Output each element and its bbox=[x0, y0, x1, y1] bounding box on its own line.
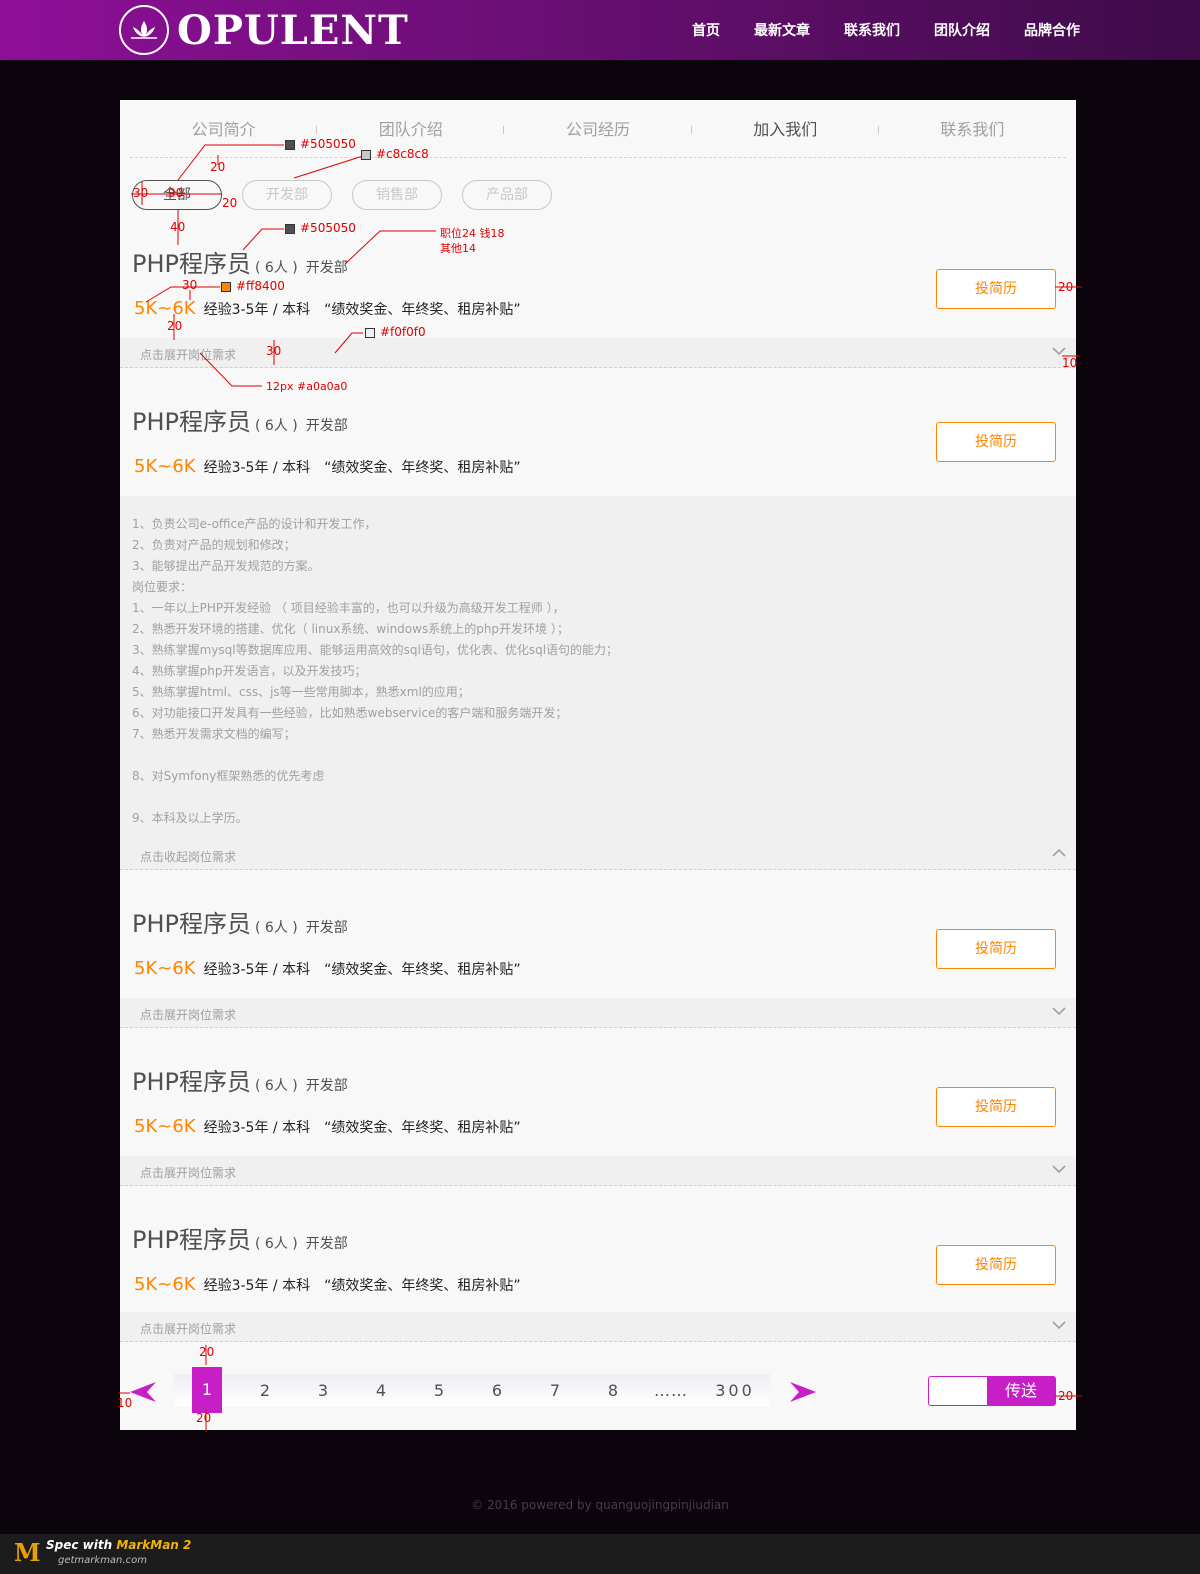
annotation: 20 bbox=[1058, 280, 1074, 294]
annotation: 20 bbox=[199, 1345, 215, 1359]
annotation: 20 bbox=[210, 160, 226, 174]
annotation: 30 bbox=[182, 278, 198, 292]
annotation: 20 bbox=[167, 319, 183, 333]
annotation: 20 bbox=[222, 196, 238, 210]
color-swatch bbox=[285, 224, 295, 234]
annotation: 职位24 钱18 bbox=[440, 227, 505, 240]
annotation: 30 bbox=[133, 186, 149, 200]
color-swatch bbox=[285, 140, 295, 150]
annotation: #c8c8c8 bbox=[376, 147, 429, 161]
annotation: 40 bbox=[170, 220, 186, 234]
annotation: 30 bbox=[266, 344, 282, 358]
color-swatch bbox=[365, 328, 375, 338]
annotation: #ff8400 bbox=[236, 279, 285, 293]
annotation: 20 bbox=[196, 1411, 212, 1425]
annotation: 10 bbox=[1062, 356, 1078, 370]
annotation: 10 bbox=[117, 1396, 133, 1410]
annotation: #f0f0f0 bbox=[380, 325, 426, 339]
annotation: #505050 bbox=[300, 137, 356, 151]
color-swatch bbox=[221, 282, 231, 292]
annotation: 20 bbox=[1058, 1389, 1074, 1403]
annotation: 12px #a0a0a0 bbox=[266, 380, 348, 393]
annotation: 其他14 bbox=[440, 242, 476, 255]
annotation-lines bbox=[118, 144, 1082, 1432]
annotation: 90 bbox=[168, 186, 184, 200]
annotation: #505050 bbox=[300, 221, 356, 235]
color-swatch bbox=[361, 150, 371, 160]
